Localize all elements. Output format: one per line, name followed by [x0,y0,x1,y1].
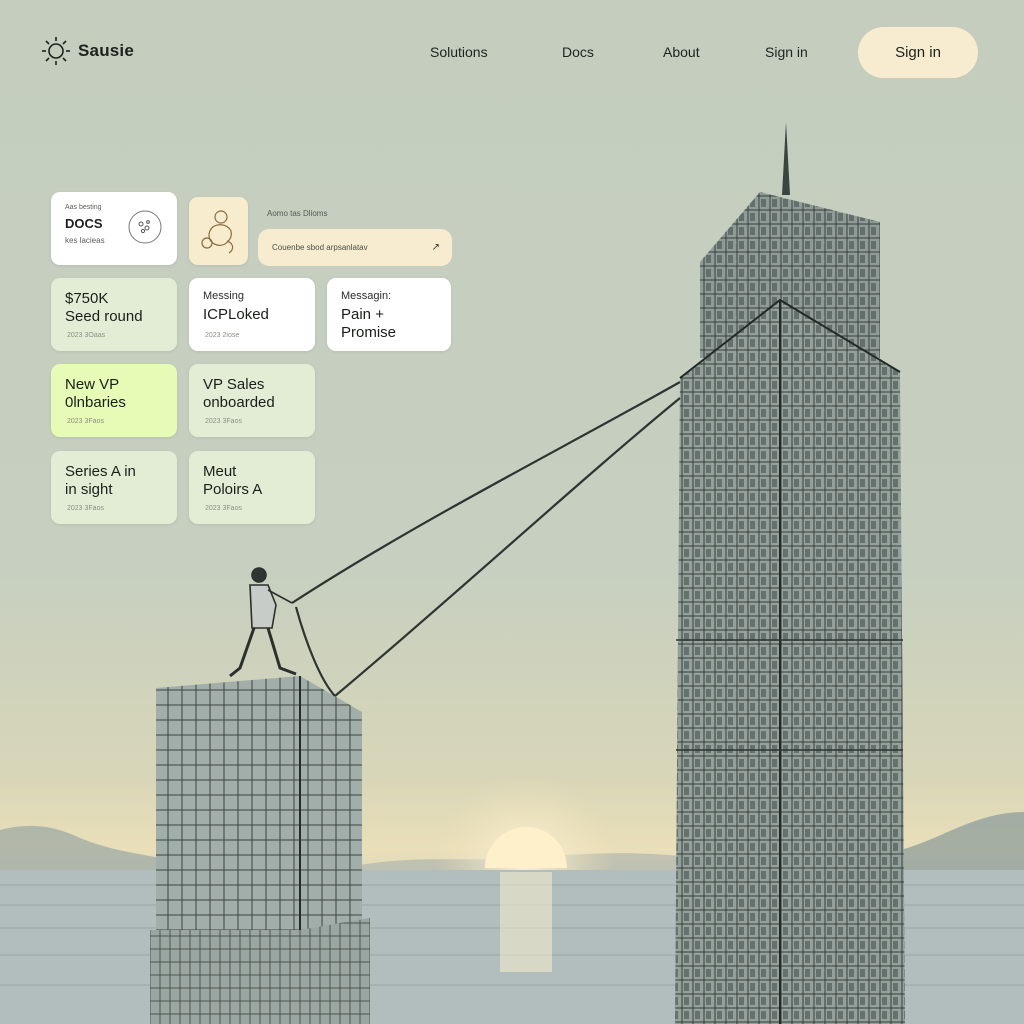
person-sketch-icon [201,210,234,254]
seed-round-title: $750K Seed round [65,290,143,325]
meut-card[interactable]: Meut Poloirs A 2023 3Faos [189,451,315,524]
nav-sign-in[interactable]: Sign in [765,44,808,60]
seed-round-card[interactable]: $750K Seed round 2023 3Oaas [51,278,177,351]
icp-kicker: Messing [203,290,244,302]
small-label: Aomo tas Dlioms [267,209,328,218]
messaging-kicker: Messagin: [341,290,392,302]
new-vp-title: New VP 0lnbaries [65,376,126,411]
hills-right [900,812,1024,872]
nav-solutions[interactable]: Solutions [430,44,488,60]
illustration-card[interactable] [189,197,248,265]
vp-sales-card[interactable]: VP Sales onboarded 2023 3Faos [189,364,315,437]
series-a-title: Series A in in sight [65,463,136,498]
search-pill[interactable]: Couenbe sbod arpsanlatav ↗ [258,229,452,266]
arrow-up-right-icon: ↗ [431,242,440,253]
icp-card[interactable]: Messing ICPLoked 2023 2iose [189,278,315,351]
search-pill-text: Couenbe sbod arpsanlatav [272,243,368,252]
sign-in-button[interactable]: Sign in [858,27,978,78]
brand-name: Sausie [78,41,135,60]
ropes [291,381,681,697]
docs-card[interactable]: Aas besting DOCS kes lacieas [51,192,177,265]
seed-round-meta: 2023 3Oaas [67,332,106,339]
sun-logo-icon [42,37,70,65]
short-building [150,676,370,1024]
tall-tower [675,122,905,1024]
messaging-card[interactable]: Messagin: Pain + Promise [327,278,451,351]
vp-sales-title: VP Sales onboarded [203,376,275,411]
nav-docs[interactable]: Docs [562,44,594,60]
meut-meta: 2023 3Faos [205,505,242,512]
brand-logo[interactable]: Sausie [40,36,134,66]
new-vp-card[interactable]: New VP 0lnbaries 2023 3Faos [51,364,177,437]
vp-sales-meta: 2023 3Faos [205,418,242,425]
icp-meta: 2023 2iose [205,332,240,339]
sun-reflection [500,872,552,972]
new-vp-meta: 2023 3Faos [67,418,104,425]
series-a-card[interactable]: Series A in in sight 2023 3Faos [51,451,177,524]
nav-about[interactable]: About [663,44,700,60]
person-sketch-icon [229,567,297,678]
meut-title: Meut Poloirs A [203,463,263,498]
messaging-title: Pain + Promise [341,306,397,341]
series-a-meta: 2023 3Faos [67,505,104,512]
circle-dots-icon [128,210,162,244]
hills-left [0,825,160,872]
icp-title: ICPLoked [203,306,269,323]
